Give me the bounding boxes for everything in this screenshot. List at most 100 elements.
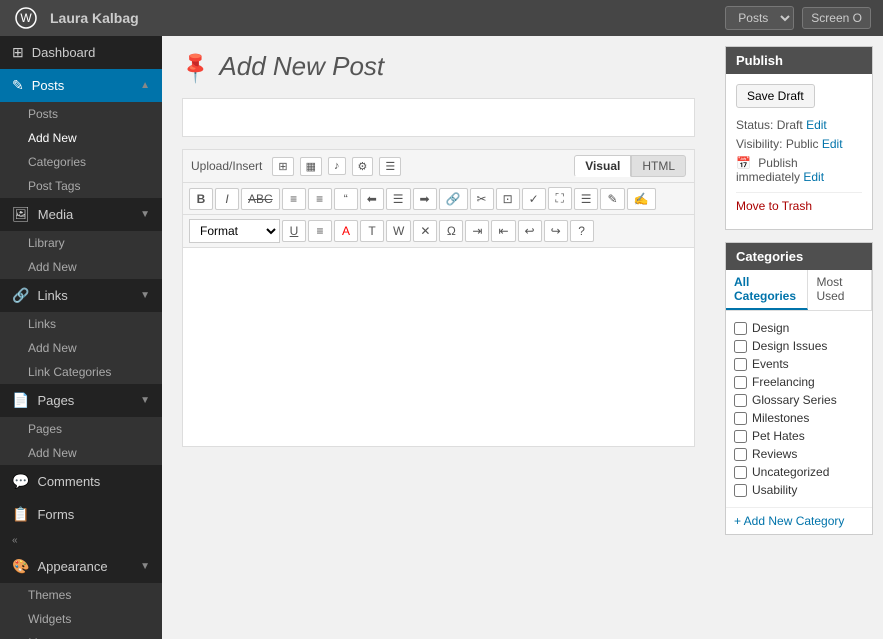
category-checkbox[interactable] — [734, 412, 747, 425]
strikethrough-btn[interactable]: ABC — [241, 188, 280, 210]
category-checkbox[interactable] — [734, 394, 747, 407]
category-checkbox[interactable] — [734, 466, 747, 479]
sidebar-item-posts[interactable]: ✎ Posts ▲ — [0, 69, 162, 102]
underline-btn[interactable]: U — [282, 220, 306, 242]
submenu-posts[interactable]: Posts — [0, 102, 162, 126]
category-label: Reviews — [752, 447, 797, 461]
submenu-link-categories[interactable]: Link Categories — [0, 360, 162, 384]
chevron-right-icon: ▼ — [140, 209, 150, 220]
submenu-themes[interactable]: Themes — [0, 583, 162, 607]
spellcheck-btn[interactable]: ✓ — [522, 188, 546, 210]
remove-formatting-btn[interactable]: ✕ — [413, 220, 437, 242]
sidebar-item-appearance[interactable]: 🎨 Appearance ▼ — [0, 550, 162, 583]
submenu-media-add-new[interactable]: Add New — [0, 255, 162, 279]
justify-btn[interactable]: ≡ — [308, 220, 332, 242]
text-color-btn[interactable]: A — [334, 220, 358, 242]
submenu-links[interactable]: Links — [0, 312, 162, 336]
category-checkbox[interactable] — [734, 322, 747, 335]
category-checkbox[interactable] — [734, 358, 747, 371]
submenu-categories[interactable]: Categories — [0, 150, 162, 174]
posts-dropdown[interactable]: Posts — [725, 6, 794, 30]
paste-text-btn[interactable]: T — [360, 220, 384, 242]
visibility-edit-link[interactable]: Edit — [822, 137, 843, 151]
ordered-list-btn[interactable]: ≡ — [308, 188, 332, 210]
help-btn[interactable]: ? — [570, 220, 594, 242]
sidebar-item-pages[interactable]: 📄 Pages ▼ — [0, 384, 162, 417]
submenu-library[interactable]: Library — [0, 231, 162, 255]
category-checkbox[interactable] — [734, 484, 747, 497]
unordered-list-btn[interactable]: ≡ — [282, 188, 306, 210]
upload-flash-btn[interactable]: ☰ — [379, 157, 401, 176]
comments-icon: 💬 — [12, 473, 29, 490]
chevron-links-icon: ▼ — [140, 290, 150, 301]
links-submenu: Links Add New Link Categories — [0, 312, 162, 384]
screen-options-button[interactable]: Screen O — [802, 7, 871, 29]
insert-link-btn[interactable]: 🔗 — [439, 188, 468, 210]
category-checkbox[interactable] — [734, 448, 747, 461]
format-select[interactable]: Format Paragraph Heading 1 Heading 2 Hea… — [189, 219, 280, 243]
upload-audio-btn[interactable]: ♪ — [328, 157, 346, 175]
posts-icon: ✎ — [12, 77, 24, 94]
upload-media-btn[interactable]: ⚙ — [352, 157, 374, 176]
move-to-trash-link[interactable]: Move to Trash — [736, 192, 862, 219]
editor-toolbar-row1: B I ABC ≡ ≡ “ ⬅ ☰ ➡ 🔗 ✂ ⊡ ✓ ⛶ ☰ ✎ ✍ — [182, 182, 695, 214]
category-checkbox[interactable] — [734, 376, 747, 389]
align-left-btn[interactable]: ⬅ — [360, 188, 384, 210]
redo-btn[interactable]: ↪ — [544, 220, 568, 242]
fullscreen-btn[interactable]: ⛶ — [548, 187, 572, 210]
pen-btn[interactable]: ✍ — [627, 188, 656, 210]
submenu-post-tags[interactable]: Post Tags — [0, 174, 162, 198]
align-center-btn[interactable]: ☰ — [386, 188, 411, 210]
submenu-add-new[interactable]: Add New — [0, 126, 162, 150]
status-edit-link[interactable]: Edit — [806, 118, 827, 132]
sidebar-collapse[interactable]: « — [0, 531, 162, 550]
remove-link-btn[interactable]: ✂ — [470, 188, 494, 210]
publish-visibility: Visibility: Public Edit — [736, 137, 862, 151]
sidebar-item-comments[interactable]: 💬 Comments — [0, 465, 162, 498]
category-item: Design — [734, 319, 864, 337]
edit-btn[interactable]: ✎ — [600, 188, 624, 210]
outdent-btn[interactable]: ⇤ — [491, 220, 515, 242]
more-tag-btn[interactable]: ⊡ — [496, 188, 520, 210]
category-item: Reviews — [734, 445, 864, 463]
upload-image-btn[interactable]: ⊞ — [272, 157, 293, 176]
publish-status: Status: Draft Edit — [736, 118, 862, 132]
submenu-pages-add-new[interactable]: Add New — [0, 441, 162, 465]
tab-all-categories[interactable]: All Categories — [726, 270, 808, 310]
submenu-links-add-new[interactable]: Add New — [0, 336, 162, 360]
blockquote-btn[interactable]: “ — [334, 188, 358, 210]
top-bar-right: Posts Screen O — [725, 6, 871, 30]
editor-area[interactable] — [182, 247, 695, 447]
save-draft-button[interactable]: Save Draft — [736, 84, 815, 108]
wordpress-logo[interactable]: W — [12, 4, 40, 32]
sidebar-item-links[interactable]: 🔗 Links ▼ — [0, 279, 162, 312]
category-label: Usability — [752, 483, 797, 497]
submenu-pages[interactable]: Pages — [0, 417, 162, 441]
undo-btn[interactable]: ↩ — [518, 220, 542, 242]
tab-visual[interactable]: Visual — [574, 155, 631, 177]
paste-word-btn[interactable]: W — [386, 220, 411, 242]
tab-most-used[interactable]: Most Used — [808, 270, 872, 310]
category-checkbox[interactable] — [734, 430, 747, 443]
categories-tabs: All Categories Most Used — [726, 270, 872, 311]
category-item: Uncategorized — [734, 463, 864, 481]
italic-btn[interactable]: I — [215, 188, 239, 210]
align-right-btn[interactable]: ➡ — [413, 188, 437, 210]
special-chars-btn[interactable]: Ω — [439, 220, 463, 242]
category-checkbox[interactable] — [734, 340, 747, 353]
add-new-category-link[interactable]: + Add New Category — [726, 507, 872, 534]
show-toolbar-btn[interactable]: ☰ — [574, 188, 599, 210]
sidebar-item-forms[interactable]: 📋 Forms — [0, 498, 162, 531]
bold-btn[interactable]: B — [189, 188, 213, 210]
indent-btn[interactable]: ⇥ — [465, 220, 489, 242]
status-value: Draft — [777, 118, 803, 132]
post-title-input[interactable] — [182, 98, 695, 137]
sidebar-item-dashboard[interactable]: ⊞ Dashboard — [0, 36, 162, 69]
categories-list: DesignDesign IssuesEventsFreelancingGlos… — [726, 311, 872, 507]
publish-edit-link[interactable]: Edit — [803, 170, 824, 184]
sidebar-item-media[interactable]: 🖼 Media ▼ — [0, 198, 162, 231]
submenu-widgets[interactable]: Widgets — [0, 607, 162, 631]
submenu-menus[interactable]: Menus — [0, 631, 162, 639]
tab-html[interactable]: HTML — [631, 155, 686, 177]
upload-video-btn[interactable]: ▦ — [300, 157, 322, 176]
